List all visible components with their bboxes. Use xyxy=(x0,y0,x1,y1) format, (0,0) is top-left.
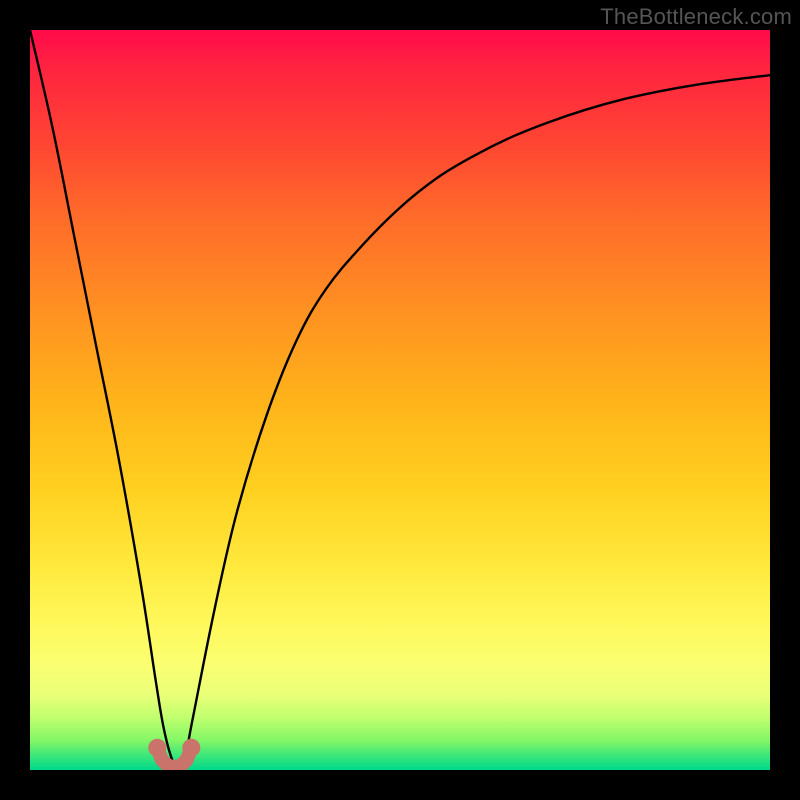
chart-frame: TheBottleneck.com xyxy=(0,0,800,800)
plot-area xyxy=(30,30,770,770)
min-marker-dot xyxy=(182,739,200,757)
bottleneck-curve xyxy=(30,30,770,770)
chart-svg xyxy=(30,30,770,770)
watermark-text: TheBottleneck.com xyxy=(600,4,792,30)
min-marker-cluster xyxy=(148,739,200,767)
min-marker-dot xyxy=(148,739,166,757)
